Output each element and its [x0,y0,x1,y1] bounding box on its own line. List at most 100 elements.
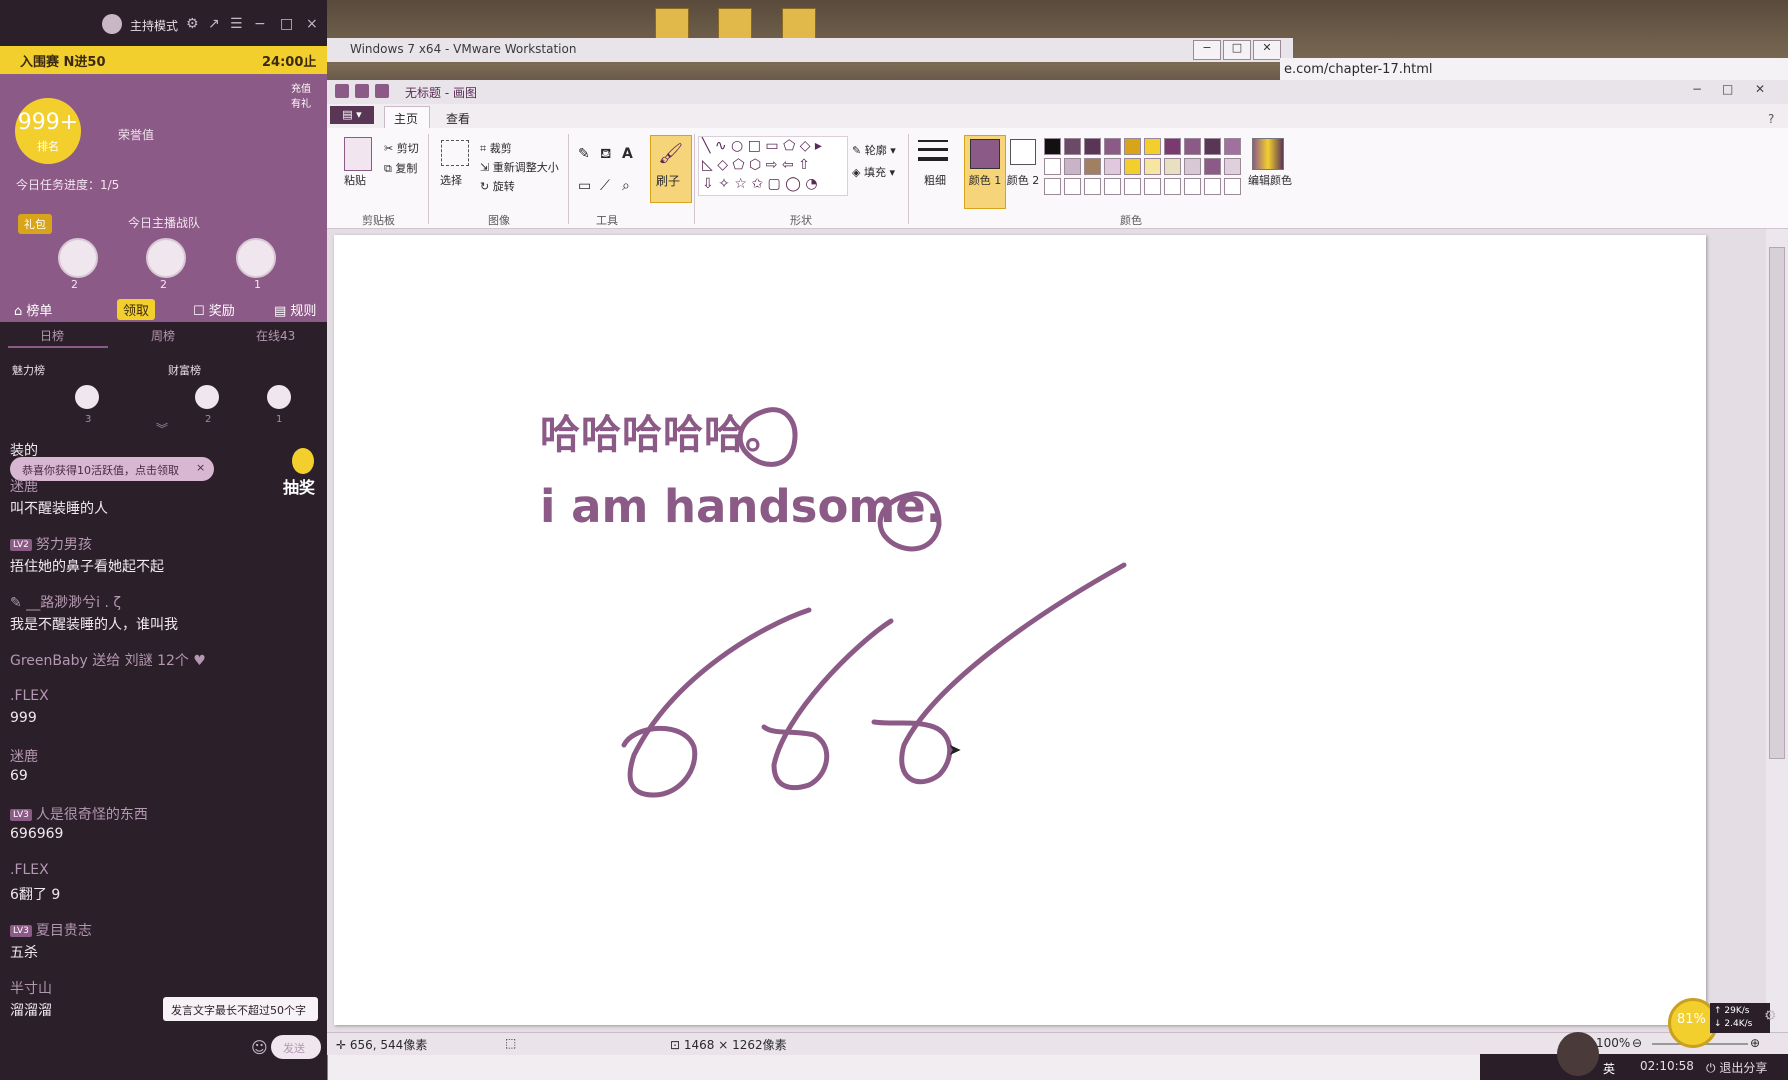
chat-username[interactable]: LV3 夏目贵志 [10,920,92,940]
emoji-icon[interactable]: ☺ [251,1038,268,1057]
shape-row[interactable]: ⇩ ✧ ☆ ✩ ▢ ◯ ◔ [702,176,818,192]
share-icon[interactable]: ↗ [208,16,220,32]
team-avatar[interactable] [146,238,186,278]
color2-label[interactable]: 颜色 2 [1006,172,1040,188]
edit-colors-label[interactable]: 编辑颜色 [1248,172,1292,188]
palette-swatch[interactable] [1224,158,1241,175]
wealth-rank-label[interactable]: 财富榜 [168,362,201,378]
edit-colors-icon[interactable] [1252,138,1284,170]
browser-url[interactable]: e.com/chapter-17.html [1284,62,1432,77]
rank-avatar[interactable] [195,385,219,409]
palette-swatch[interactable] [1204,138,1221,155]
maximize-icon[interactable]: □ [1722,82,1733,96]
palette-swatch[interactable] [1164,178,1181,195]
collect-button[interactable]: 领取 [117,299,156,320]
maximize-button[interactable]: □ [1223,40,1251,60]
chat-username[interactable]: .FLEX [10,862,49,878]
tab-view[interactable]: 查看 [446,110,470,127]
lottery-label[interactable]: 抽奖 [283,474,315,498]
zoom-out-icon[interactable]: ⊖ [1632,1036,1642,1050]
desktop-folder-icon[interactable] [718,8,752,42]
tab-daily[interactable]: 日榜 [40,327,64,344]
palette-swatch[interactable] [1164,138,1181,155]
fill-icon[interactable]: ⛾ [600,146,611,164]
chevron-down-icon[interactable]: ︾ [156,420,168,437]
palette-swatch[interactable] [1044,158,1061,175]
board-button[interactable]: ⌂ 榜单 [14,300,52,319]
color-picker-icon[interactable]: ⟋ [600,178,610,194]
palette-swatch[interactable] [1224,138,1241,155]
palette-swatch[interactable] [1064,178,1081,195]
rank-avatar[interactable] [267,385,291,409]
chat-username[interactable]: LV2 努力男孩 [10,534,92,554]
team-avatar[interactable] [58,238,98,278]
close-button[interactable]: ✕ [1253,40,1281,60]
palette-swatch[interactable] [1144,158,1161,175]
palette-swatch[interactable] [1084,158,1101,175]
eraser-icon[interactable]: ▭ [578,178,591,194]
charm-rank-label[interactable]: 魅力榜 [12,362,45,378]
palette-swatch[interactable] [1084,178,1101,195]
tab-weekly[interactable]: 周榜 [151,327,175,344]
select-icon[interactable] [441,140,469,166]
zoom-in-icon[interactable]: ⊕ [1750,1036,1760,1050]
palette-swatch[interactable] [1144,138,1161,155]
palette-swatch[interactable] [1124,138,1141,155]
paste-icon[interactable] [344,137,372,171]
rank-avatar[interactable] [75,385,99,409]
shape-row[interactable]: ◺ ◇ ⬠ ⬡ ⇨ ⇦ ⇧ [702,157,810,173]
chat-username[interactable]: .FLEX [10,688,49,704]
select-label[interactable]: 选择 [440,172,462,188]
close-icon[interactable]: × [196,461,205,474]
gear-icon[interactable]: ⚙ [1764,1008,1777,1024]
palette-swatch[interactable] [1044,138,1061,155]
size-button[interactable]: 粗细 [924,172,946,188]
lottery-icon[interactable] [292,448,314,474]
palette-swatch[interactable] [1124,178,1141,195]
palette-swatch[interactable] [1184,138,1201,155]
desktop-folder-icon[interactable] [655,8,689,42]
tab-online[interactable]: 在线43 [256,327,295,344]
help-icon[interactable]: ? [1768,112,1774,126]
resize-button[interactable]: ⇲ 重新调整大小 [480,159,559,175]
chat-username[interactable]: 迷鹿 [10,746,38,766]
gift-pack-button[interactable]: 礼包 [18,214,52,234]
input-language[interactable]: 英 [1603,1060,1615,1077]
palette-swatch[interactable] [1224,178,1241,195]
minimize-button[interactable]: − [1193,40,1221,60]
palette-swatch[interactable] [1084,138,1101,155]
palette-swatch[interactable] [1184,158,1201,175]
fill-button[interactable]: ◈ 填充 ▾ [852,164,895,180]
file-menu-button[interactable]: ▤ ▾ [330,106,374,124]
rules-button[interactable]: ▤ 规则 [274,300,316,319]
team-avatar[interactable] [236,238,276,278]
rotate-button[interactable]: ↻ 旋转 [480,178,515,194]
chat-username[interactable]: ✎ __路渺渺兮i . ζ [10,592,121,612]
host-avatar[interactable] [102,14,122,34]
crop-button[interactable]: ⌗ 裁剪 [480,140,512,156]
reward-button[interactable]: ☐ 奖励 [193,300,235,319]
palette-swatch[interactable] [1184,178,1201,195]
exit-share-button[interactable]: ⏻ 退出分享 [1706,1059,1767,1076]
chat-username[interactable]: 半寸山 [10,978,52,998]
scrollbar-thumb[interactable] [1769,247,1785,759]
palette-swatch[interactable] [1104,178,1121,195]
shape-row[interactable]: ╲ ∿ ○ □ ▭ ⬠ ◇ ▸ [702,138,822,154]
desktop-folder-icon[interactable] [782,8,816,42]
paste-label[interactable]: 粘贴 [344,172,366,188]
menu-icon[interactable]: ☰ [230,16,243,32]
palette-swatch[interactable] [1104,138,1121,155]
tab-home[interactable]: 主页 [394,110,418,127]
palette-swatch[interactable] [1144,178,1161,195]
undo-icon[interactable] [375,84,389,98]
palette-swatch[interactable] [1204,178,1221,195]
outline-button[interactable]: ✎ 轮廓 ▾ [852,142,896,158]
palette-swatch[interactable] [1044,178,1061,195]
close-icon[interactable]: × [306,16,318,32]
palette-swatch[interactable] [1104,158,1121,175]
chat-username[interactable]: 迷鹿 [10,476,38,496]
maximize-icon[interactable]: □ [280,16,293,32]
save-icon[interactable] [355,84,369,98]
send-label[interactable]: 发送 [283,1040,305,1056]
minimize-icon[interactable]: − [1692,82,1702,96]
